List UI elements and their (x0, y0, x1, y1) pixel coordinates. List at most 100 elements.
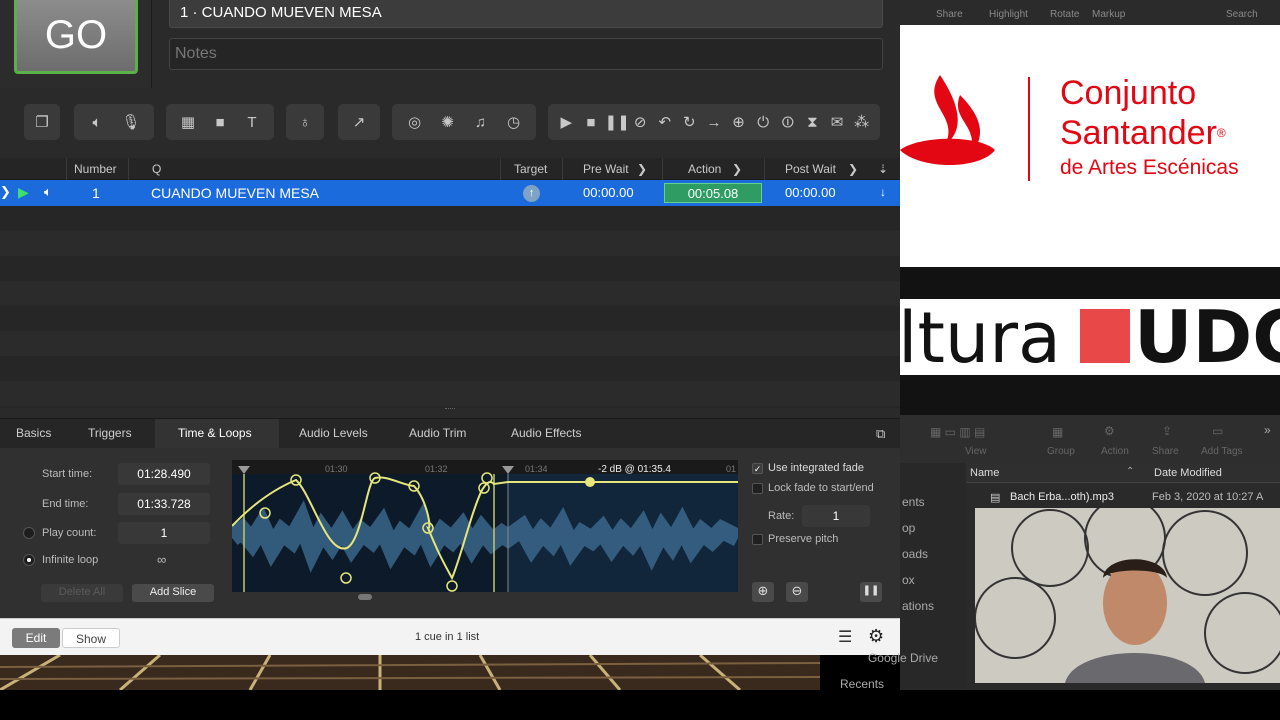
cue-row[interactable]: ❯ ▶ 🔈︎ 1 CUANDO MUEVEN MESA ↑ 00:00.00 0… (0, 180, 900, 206)
popout-icon[interactable]: ⧉ (876, 426, 885, 442)
col-target[interactable]: Target (514, 162, 547, 176)
cue-post-wait[interactable]: 00:00.00 (785, 185, 836, 200)
add-slice-button[interactable]: Add Slice (132, 584, 214, 602)
pause-preview-icon[interactable]: ❚❚ (860, 582, 882, 602)
sidebar-item[interactable]: op (902, 521, 915, 535)
load-icon[interactable]: ⊘ (629, 113, 651, 131)
use-integrated-fade-checkbox[interactable]: ✓ (752, 463, 763, 474)
tab-time-loops[interactable]: Time & Loops (178, 426, 252, 440)
rate-field[interactable]: 1 (802, 505, 870, 527)
goto-icon[interactable]: → (703, 114, 725, 131)
tab-audio-trim[interactable]: Audio Trim (409, 426, 466, 440)
audio-icon[interactable]: 🔈︎ (86, 114, 108, 131)
gear-icon[interactable]: ⚙ (868, 626, 884, 647)
fade-point-selected[interactable] (585, 477, 595, 487)
list-icon[interactable]: ☰ (838, 627, 852, 647)
infinite-loop-radio[interactable] (23, 554, 35, 566)
zoom-in-icon[interactable]: ⊕ (752, 582, 774, 602)
continue-mode-icon[interactable]: ↓ (880, 185, 886, 199)
column-divider[interactable] (66, 158, 67, 180)
end-time-field[interactable]: 01:33.728 (118, 493, 210, 515)
group-icon[interactable]: ▦ (1052, 425, 1063, 439)
start-icon[interactable]: ▶ (555, 113, 577, 131)
light-icon[interactable]: ♁ (294, 114, 316, 131)
more-icon[interactable]: » (1264, 423, 1271, 437)
column-divider[interactable] (500, 158, 501, 180)
tab-basics[interactable]: Basics (16, 426, 51, 440)
search-button[interactable]: Search (1226, 9, 1258, 20)
notes-field[interactable]: Notes (169, 38, 883, 70)
sidebar-item[interactable]: ents (902, 495, 925, 509)
sidebar-google-drive[interactable]: Google Drive (738, 651, 938, 665)
edit-mode-button[interactable]: Edit (12, 628, 60, 648)
go-button[interactable]: GO (14, 0, 138, 74)
file-row[interactable]: ▤ Bach Erba...oth).mp3 Feb 3, 2020 at 10… (966, 487, 1280, 507)
target-icon[interactable]: ⊕ (728, 113, 750, 131)
tag-icon[interactable]: ▭ (1212, 424, 1223, 438)
delete-all-button[interactable]: Delete All (41, 584, 123, 602)
column-divider[interactable] (562, 158, 563, 180)
tab-audio-effects[interactable]: Audio Effects (511, 426, 582, 440)
zoom-out-icon[interactable]: ⊖ (786, 582, 808, 602)
col-pre-wait[interactable]: Pre Wait (583, 162, 629, 176)
waveform-editor[interactable]: 01:30 01:32 01:34 01 -2 dB @ 01:35.4 (226, 460, 743, 600)
rotate-button[interactable]: Rotate (1050, 9, 1079, 20)
tab-audio-levels[interactable]: Audio Levels (299, 426, 368, 440)
view-icon[interactable]: ▦ ▭ ▥ ▤ (930, 425, 985, 439)
arm-icon[interactable]: ⏻ (752, 114, 774, 131)
column-divider[interactable] (764, 158, 765, 180)
reset-icon[interactable]: ↶ (654, 113, 676, 131)
column-divider[interactable] (128, 158, 129, 180)
column-divider[interactable] (662, 158, 663, 180)
memo-icon[interactable]: ✉ (826, 113, 848, 131)
scroll-handle[interactable] (358, 594, 372, 600)
file-name[interactable]: Bach Erba...oth).mp3 (1010, 491, 1114, 503)
preserve-pitch-checkbox[interactable] (752, 534, 763, 545)
highlight-button[interactable]: Highlight (989, 9, 1028, 20)
fade-point[interactable] (481, 472, 493, 484)
script-icon[interactable]: ⁂ (851, 113, 873, 131)
sidebar-recents[interactable]: Recents (840, 677, 884, 691)
markup-button[interactable]: Markup (1092, 9, 1125, 20)
devamp-icon[interactable]: ↻ (678, 113, 700, 131)
music-icon[interactable]: ♫ (470, 114, 492, 131)
fade-point[interactable] (446, 580, 458, 592)
sort-icon[interactable]: ⌃ (1126, 466, 1134, 477)
split-handle[interactable] (445, 408, 455, 412)
waveform-graphic[interactable]: 01:30 01:32 01:34 01 -2 dB @ 01:35.4 (226, 460, 743, 592)
show-mode-button[interactable]: Show (62, 628, 120, 648)
wait-icon[interactable]: ⧗ (801, 114, 823, 131)
tab-triggers[interactable]: Triggers (88, 426, 132, 440)
stop-icon[interactable]: ■ (580, 114, 602, 131)
target-icon[interactable]: ↑ (523, 185, 540, 202)
play-count-field[interactable]: 1 (118, 522, 210, 544)
text-icon[interactable]: T (241, 114, 263, 131)
camera-icon[interactable]: ■ (209, 114, 231, 131)
disarm-icon[interactable]: ⏼ (777, 114, 799, 131)
share-icon[interactable]: ⇪ (1162, 424, 1172, 438)
start-time-field[interactable]: 01:28.490 (118, 463, 210, 485)
mic-icon[interactable]: 🎙︎ (120, 113, 142, 131)
cue-list-empty-area[interactable] (0, 206, 900, 408)
share-button[interactable]: Share (936, 9, 963, 20)
action-gear-icon[interactable]: ⚙ (1104, 424, 1115, 438)
midi-icon[interactable]: ✺ (437, 113, 459, 131)
timecode-icon[interactable]: ◷ (503, 113, 525, 131)
group-icon[interactable]: ❐ (31, 113, 53, 131)
cue-title-display[interactable]: 1 · CUANDO MUEVEN MESA (169, 0, 883, 28)
play-count-radio[interactable] (23, 527, 35, 539)
sidebar-item[interactable]: oads (902, 547, 928, 561)
cue-name[interactable]: CUANDO MUEVEN MESA (151, 185, 319, 201)
col-number[interactable]: Number (74, 162, 117, 176)
lock-fade-checkbox[interactable] (752, 483, 763, 494)
col-q[interactable]: Q (152, 162, 161, 176)
fade-point[interactable] (340, 572, 352, 584)
cue-pre-wait[interactable]: 00:00.00 (583, 185, 634, 200)
cue-action-duration[interactable]: 00:05.08 (664, 183, 762, 203)
sidebar-item[interactable]: ations (902, 599, 934, 613)
sidebar-item[interactable]: ox (902, 573, 915, 587)
cue-number[interactable]: 1 (92, 185, 100, 201)
col-date[interactable]: Date Modified (1154, 467, 1222, 479)
network-icon[interactable]: ◎ (404, 113, 426, 131)
col-name[interactable]: Name (970, 467, 999, 479)
